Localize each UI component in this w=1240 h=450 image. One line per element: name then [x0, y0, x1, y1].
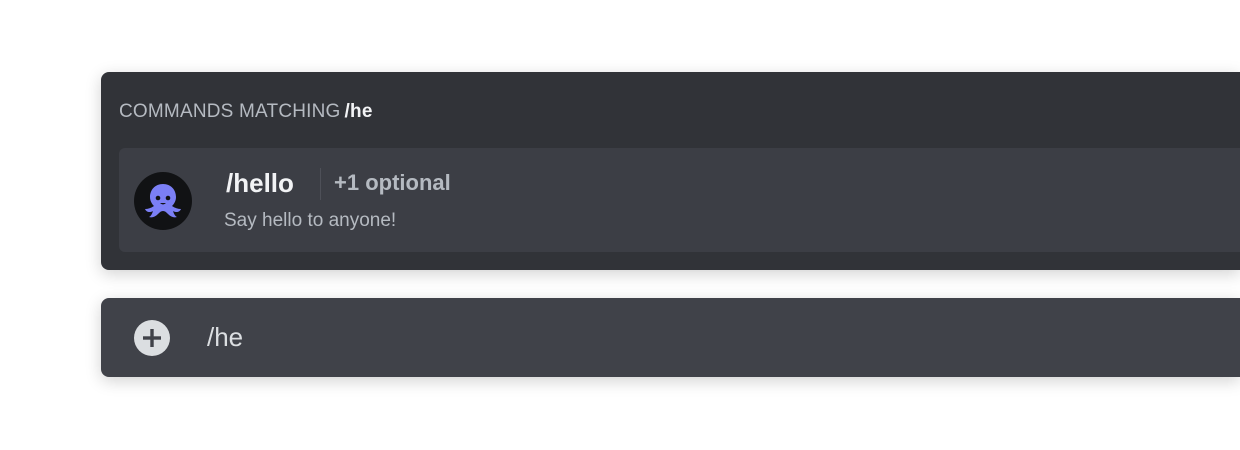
command-autocomplete-popup: COMMANDS MATCHING/he /hello +1 optional … [101, 72, 1240, 270]
header-label: COMMANDS MATCHING [119, 101, 341, 122]
command-name: /hello [226, 168, 294, 198]
autocomplete-header: COMMANDS MATCHING/he [119, 101, 373, 123]
command-options-count: +1 optional [334, 170, 451, 195]
command-option-hello[interactable]: /hello +1 optional Say hello to anyone! [119, 148, 1240, 252]
plus-circle-icon[interactable] [134, 320, 170, 356]
message-input[interactable]: /he [207, 322, 243, 353]
command-description: Say hello to anyone! [224, 210, 397, 231]
divider [320, 168, 321, 200]
header-query: /he [344, 101, 373, 122]
message-composer[interactable]: /he [101, 298, 1240, 377]
octopus-bot-avatar-icon [134, 172, 192, 230]
